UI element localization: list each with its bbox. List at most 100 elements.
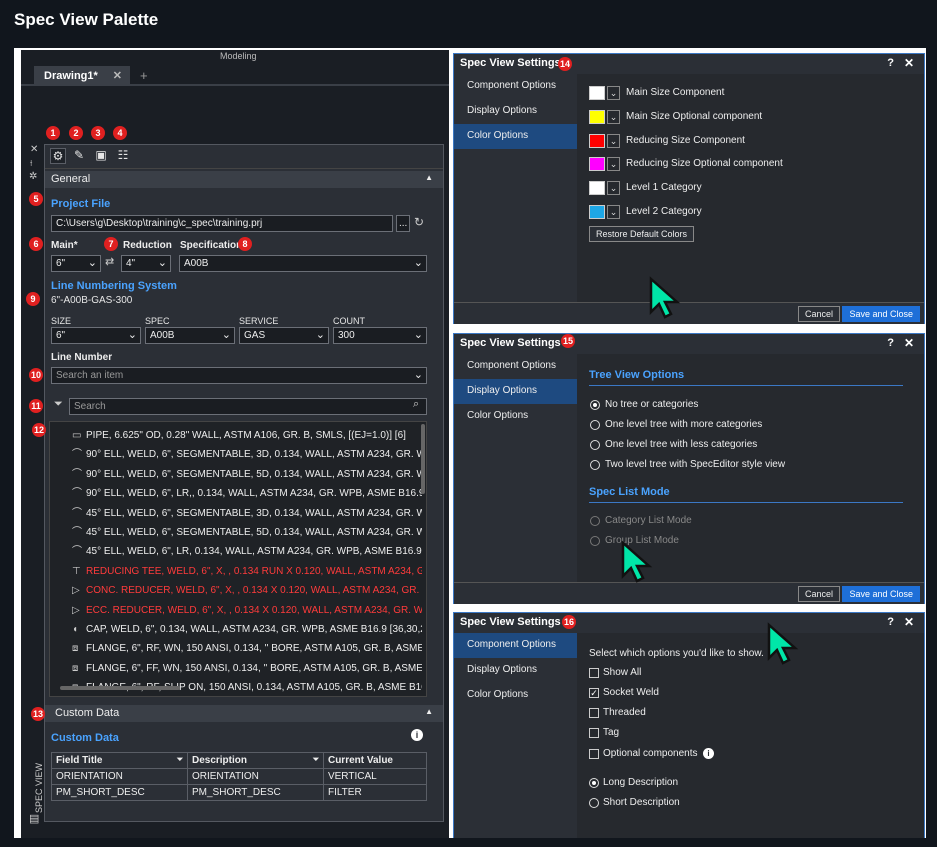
browse-button[interactable]: ...	[396, 215, 410, 232]
col-description[interactable]: Description ⏷	[186, 752, 324, 769]
tab-color-options[interactable]: Color Options	[454, 404, 577, 429]
settings-gear-icon[interactable]: ⚙	[50, 148, 66, 164]
list-item[interactable]: ▭ PIPE, 6.625" OD, 0.28" WALL, ASTM A106,…	[72, 426, 422, 446]
main-size-select[interactable]: 6" ⌄	[51, 255, 101, 272]
chevron-down-icon[interactable]: ⌄	[607, 157, 620, 172]
general-header[interactable]: General ▲	[45, 171, 443, 188]
tab-component-options[interactable]: Component Options	[454, 354, 577, 379]
pin-icon[interactable]: ⟊	[30, 158, 32, 169]
checkbox-show-all[interactable]	[589, 668, 599, 678]
tab-display-options[interactable]: Display Options	[454, 658, 577, 683]
specification-select[interactable]: A00B ⌄	[179, 255, 427, 272]
close-palette-icon[interactable]: ✕	[30, 144, 38, 155]
tab-drawing[interactable]: Drawing1* ✕	[34, 66, 130, 86]
list-item[interactable]: ▷ ECC. REDUCER, WELD, 6", X, , 0.134 X 0.…	[72, 601, 422, 621]
help-icon[interactable]: ?	[887, 57, 894, 69]
refresh-icon[interactable]: ↻	[414, 215, 424, 229]
color-swatch[interactable]	[589, 157, 605, 172]
table-row[interactable]: ORIENTATION ORIENTATION VERTICAL	[51, 768, 428, 785]
chevron-down-icon[interactable]: ⌄	[607, 86, 620, 100]
project-path-input[interactable]: C:\Users\g\Desktop\training\c_spec\train…	[51, 215, 393, 232]
close-icon[interactable]: ✕	[904, 336, 914, 350]
line-number-select[interactable]: Search an item ⌄	[51, 367, 427, 384]
radio-list-0[interactable]	[590, 516, 600, 526]
settings-icon[interactable]: ✲	[29, 171, 37, 182]
service-select[interactable]: GAS ⌄	[239, 327, 329, 344]
collapse-icon[interactable]: ▲	[425, 173, 433, 182]
options-icon[interactable]: ☷	[115, 148, 131, 164]
list-item[interactable]: ⧈ FLANGE, 6", FF, WN, 150 ANSI, 0.134, ''…	[72, 659, 422, 679]
checkbox-optional-components[interactable]	[589, 749, 599, 759]
tab-display-options[interactable]: Display Options	[454, 379, 577, 404]
checkbox-tag[interactable]	[589, 728, 599, 738]
catalog-icon[interactable]: ▣	[93, 148, 109, 164]
radio-tree-2[interactable]	[590, 440, 600, 450]
info-icon[interactable]: i	[703, 748, 714, 759]
filter-icon[interactable]: ⏷	[54, 398, 63, 411]
spec-select[interactable]: A00B ⌄	[145, 327, 235, 344]
radio-tree-0[interactable]	[590, 400, 600, 410]
list-item[interactable]: ⊤ REDUCING TEE, WELD, 6", X, , 0.134 RUN …	[72, 562, 422, 582]
radio-list-1[interactable]	[590, 536, 600, 546]
count-select[interactable]: 300 ⌄	[333, 327, 427, 344]
list-item[interactable]: ⌒ 45° ELL, WELD, 6", SEGMENTABLE, 3D, 0.1…	[72, 504, 422, 524]
save-and-close-button[interactable]: Save and Close	[842, 586, 920, 602]
reduction-select[interactable]: 4" ⌄	[121, 255, 171, 272]
list-item[interactable]: ▷ CONC. REDUCER, WELD, 6", X, , 0.134 X 0…	[72, 581, 422, 601]
color-swatch[interactable]	[589, 181, 605, 196]
swap-icon[interactable]: ⇄	[105, 255, 114, 268]
tab-component-options[interactable]: Component Options	[454, 633, 577, 658]
list-icon[interactable]: ▤	[29, 812, 39, 825]
search-input[interactable]: Search	[69, 398, 427, 415]
custom-data-header-label: Custom Data	[55, 707, 120, 719]
info-icon[interactable]: i	[411, 729, 423, 741]
color-swatch[interactable]	[589, 109, 605, 124]
restore-default-colors-button[interactable]: Restore Default Colors	[589, 226, 695, 242]
chevron-down-icon[interactable]: ⌄	[607, 133, 620, 148]
cancel-button[interactable]: Cancel	[797, 306, 840, 322]
list-item[interactable]: ⌒ 45° ELL, WELD, 6", SEGMENTABLE, 5D, 0.1…	[72, 523, 422, 543]
checkbox-threaded[interactable]	[589, 708, 599, 718]
horizontal-scrollbar[interactable]	[60, 686, 180, 690]
spec-editor-icon[interactable]: ✎	[71, 148, 87, 164]
list-item[interactable]: ⌒ 90° ELL, WELD, 6", SEGMENTABLE, 3D, 0.1…	[72, 445, 422, 465]
list-item[interactable]: ⧈ FLANGE, 6", RF, WN, 150 ANSI, 0.134, ''…	[72, 639, 422, 659]
col-field-title[interactable]: Field Title ⏷	[51, 752, 188, 769]
color-swatch[interactable]	[589, 205, 605, 219]
collapse-icon[interactable]: ▲	[425, 707, 433, 716]
tab-color-options[interactable]: Color Options	[454, 683, 577, 708]
vertical-scrollbar[interactable]	[421, 424, 425, 494]
save-and-close-button[interactable]: Save and Close	[842, 306, 920, 322]
chevron-down-icon[interactable]: ⌄	[607, 205, 620, 219]
table-row[interactable]: PM_SHORT_DESC PM_SHORT_DESC FILTER	[51, 784, 428, 801]
list-item[interactable]: ◖ CAP, WELD, 6", 0.134, WALL, ASTM A234, …	[72, 620, 422, 640]
search-icon[interactable]: ⌕	[413, 398, 419, 411]
size-select[interactable]: 6" ⌄	[51, 327, 141, 344]
list-item[interactable]: ⌒ 45° ELL, WELD, 6", LR, 0.134, WALL, AST…	[72, 542, 422, 562]
list-item[interactable]: ⌒ 90° ELL, WELD, 6", LR,, 0.134, WALL, AS…	[72, 484, 422, 504]
cancel-button[interactable]: Cancel	[797, 586, 840, 602]
tab-color-options[interactable]: Color Options	[454, 124, 577, 149]
close-icon[interactable]: ✕	[113, 69, 122, 82]
color-swatch[interactable]	[589, 133, 605, 148]
component-options-panel: Select which options you'd like to show.…	[577, 633, 924, 838]
radio-tree-3[interactable]	[590, 460, 600, 470]
radio-tree-1[interactable]	[590, 420, 600, 430]
palette-toolbar: ⚙ ✎ ▣ ☷	[45, 145, 443, 169]
chevron-down-icon[interactable]: ⌄	[607, 181, 620, 196]
col-current-value[interactable]: Current Value	[322, 752, 428, 769]
close-icon[interactable]: ✕	[904, 615, 914, 629]
radio-short-description[interactable]	[589, 798, 599, 808]
close-icon[interactable]: ✕	[904, 56, 914, 70]
help-icon[interactable]: ?	[887, 337, 894, 349]
color-swatch[interactable]	[589, 86, 605, 100]
radio-long-description[interactable]	[589, 778, 599, 788]
checkbox-socket-weld[interactable]: ✓	[589, 688, 599, 698]
tab-component-options[interactable]: Component Options	[454, 74, 577, 99]
custom-data-header[interactable]: Custom Data ▲	[45, 705, 443, 722]
tab-display-options[interactable]: Display Options	[454, 99, 577, 124]
chevron-down-icon[interactable]: ⌄	[607, 109, 620, 124]
help-icon[interactable]: ?	[887, 616, 894, 628]
list-item[interactable]: ⌒ 90° ELL, WELD, 6", SEGMENTABLE, 5D, 0.1…	[72, 465, 422, 485]
add-tab-icon[interactable]: +	[140, 68, 148, 83]
